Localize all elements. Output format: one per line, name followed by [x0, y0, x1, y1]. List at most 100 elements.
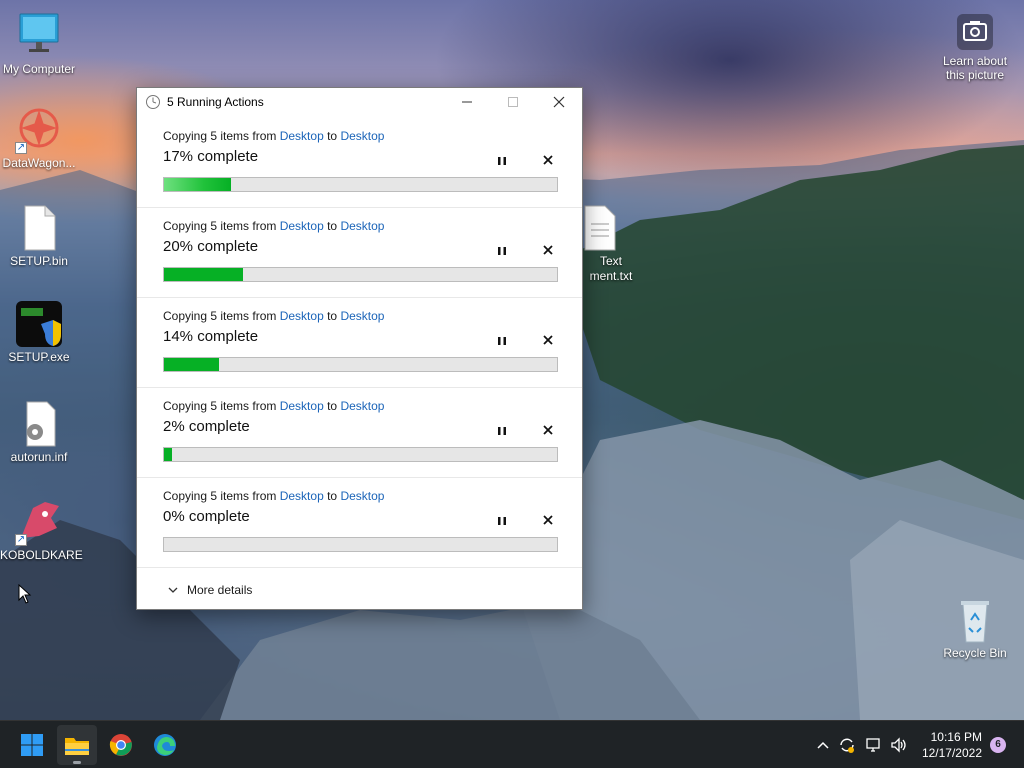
chevron-up-icon: [817, 741, 829, 749]
taskbar: 10:16 PM 12/17/2022 6: [0, 720, 1024, 768]
mouse-cursor-icon: [18, 584, 32, 604]
running-actions-dialog: 5 Running Actions Copying 5 items from D…: [136, 87, 583, 610]
pause-button[interactable]: [495, 514, 509, 528]
desktop-icon-koboldkare[interactable]: ↗ KOBOLDKARE: [0, 498, 83, 562]
more-details-toggle[interactable]: More details: [167, 583, 252, 597]
cancel-button[interactable]: [541, 153, 555, 167]
desktop-icon-recycle-bin[interactable]: Recycle Bin: [936, 596, 1014, 660]
copy-operation: Copying 5 items from Desktop to Desktop …: [137, 388, 582, 478]
operation-prefix: Copying 5 items from: [163, 129, 280, 143]
cancel-button[interactable]: [541, 423, 555, 437]
progress-text: 0% complete: [163, 508, 250, 525]
operation-description: Copying 5 items from Desktop to Desktop: [163, 129, 384, 143]
progress-bar: [163, 267, 558, 282]
desktop-icon-label: Recycle Bin: [943, 646, 1007, 660]
volume-icon: [891, 737, 906, 753]
start-button[interactable]: [12, 725, 52, 765]
network-button[interactable]: [864, 735, 884, 755]
destination-link[interactable]: Desktop: [340, 129, 384, 143]
minimize-icon: [462, 101, 472, 103]
desktop-icon-label: Learn about this picture: [942, 54, 1008, 82]
desktop-icon-label: autorun.inf: [10, 450, 68, 464]
shortcut-arrow-icon: ↗: [15, 534, 27, 546]
pause-button[interactable]: [495, 334, 509, 348]
volume-button[interactable]: [889, 735, 909, 755]
desktop-icon-my-computer[interactable]: My Computer: [0, 12, 78, 76]
progress-bar: [163, 447, 558, 462]
copy-operation: Copying 5 items from Desktop to Desktop …: [137, 208, 582, 298]
operation-description: Copying 5 items from Desktop to Desktop: [163, 399, 384, 413]
desktop-icon-setup-bin[interactable]: SETUP.bin: [0, 204, 78, 268]
operation-middle: to: [323, 309, 341, 323]
monitor-icon: [15, 12, 63, 60]
desktop-icon-label: SETUP.bin: [10, 254, 68, 268]
more-details-label: More details: [187, 583, 253, 597]
pause-button[interactable]: [495, 244, 509, 258]
source-link[interactable]: Desktop: [280, 489, 324, 503]
desktop-icon-learn-about-picture[interactable]: Learn about this picture: [936, 12, 1014, 82]
dialog-titlebar[interactable]: 5 Running Actions: [137, 88, 582, 116]
progress-fill: [164, 178, 231, 191]
progress-fill: [164, 448, 172, 461]
sync-status-button[interactable]: [837, 735, 857, 755]
desktop-icon-label-line: Text: [599, 254, 622, 268]
show-hidden-icons-button[interactable]: [813, 735, 833, 755]
edge-button[interactable]: [145, 725, 185, 765]
desktop-icon-setup-exe[interactable]: SETUP.exe: [0, 300, 78, 364]
source-link[interactable]: Desktop: [280, 219, 324, 233]
destination-link[interactable]: Desktop: [340, 489, 384, 503]
desktop-icon-label: DataWagon...: [2, 156, 76, 170]
close-button[interactable]: [536, 88, 582, 116]
source-link[interactable]: Desktop: [280, 129, 324, 143]
desktop-icon-autorun[interactable]: autorun.inf: [0, 400, 78, 464]
timer-icon: [146, 95, 160, 109]
source-link[interactable]: Desktop: [280, 399, 324, 413]
clock-date: 12/17/2022: [921, 746, 982, 760]
close-icon: [553, 96, 565, 108]
chrome-button[interactable]: [101, 725, 141, 765]
desktop-icon-datawagon[interactable]: ↗ DataWagon...: [0, 106, 78, 170]
operation-middle: to: [323, 489, 341, 503]
progress-text: 17% complete: [163, 148, 259, 165]
cancel-button[interactable]: [541, 243, 555, 257]
operation-middle: to: [323, 219, 341, 233]
operation-description: Copying 5 items from Desktop to Desktop: [163, 489, 384, 503]
pause-button[interactable]: [495, 154, 509, 168]
destination-link[interactable]: Desktop: [340, 399, 384, 413]
source-link[interactable]: Desktop: [280, 309, 324, 323]
cancel-button[interactable]: [541, 333, 555, 347]
operation-middle: to: [323, 399, 341, 413]
taskbar-clock[interactable]: 10:16 PM 12/17/2022: [922, 729, 982, 761]
notification-badge[interactable]: 6: [990, 737, 1006, 753]
pause-button[interactable]: [495, 424, 509, 438]
file-icon: [15, 204, 63, 252]
progress-bar: [163, 177, 558, 192]
operation-prefix: Copying 5 items from: [163, 399, 280, 413]
destination-link[interactable]: Desktop: [340, 219, 384, 233]
copy-operation: Copying 5 items from Desktop to Desktop …: [137, 298, 582, 388]
chevron-down-icon: [168, 587, 178, 593]
cancel-button[interactable]: [541, 513, 555, 527]
network-icon: [866, 738, 880, 752]
clock-time: 10:16 PM: [930, 730, 982, 744]
kobold-logo-icon: ↗: [15, 498, 63, 546]
destination-link[interactable]: Desktop: [340, 309, 384, 323]
desktop-icon-label: KOBOLDKARE: [0, 548, 83, 562]
desktop-icon-label: SETUP.exe: [8, 350, 70, 364]
operation-prefix: Copying 5 items from: [163, 219, 280, 233]
maximize-button[interactable]: [490, 88, 536, 116]
file-explorer-button[interactable]: [57, 725, 97, 765]
start-icon: [21, 734, 43, 756]
sync-icon: [840, 738, 854, 753]
operation-description: Copying 5 items from Desktop to Desktop: [163, 219, 384, 233]
dialog-title: 5 Running Actions: [167, 95, 264, 109]
desktop-icon-label: My Computer: [2, 62, 76, 76]
operation-prefix: Copying 5 items from: [163, 309, 280, 323]
progress-fill: [164, 268, 243, 281]
operation-middle: to: [323, 129, 341, 143]
minimize-button[interactable]: [444, 88, 490, 116]
recycle-bin-icon: [951, 596, 999, 644]
progress-bar: [163, 357, 558, 372]
progress-fill: [164, 358, 220, 371]
progress-text: 14% complete: [163, 328, 259, 345]
